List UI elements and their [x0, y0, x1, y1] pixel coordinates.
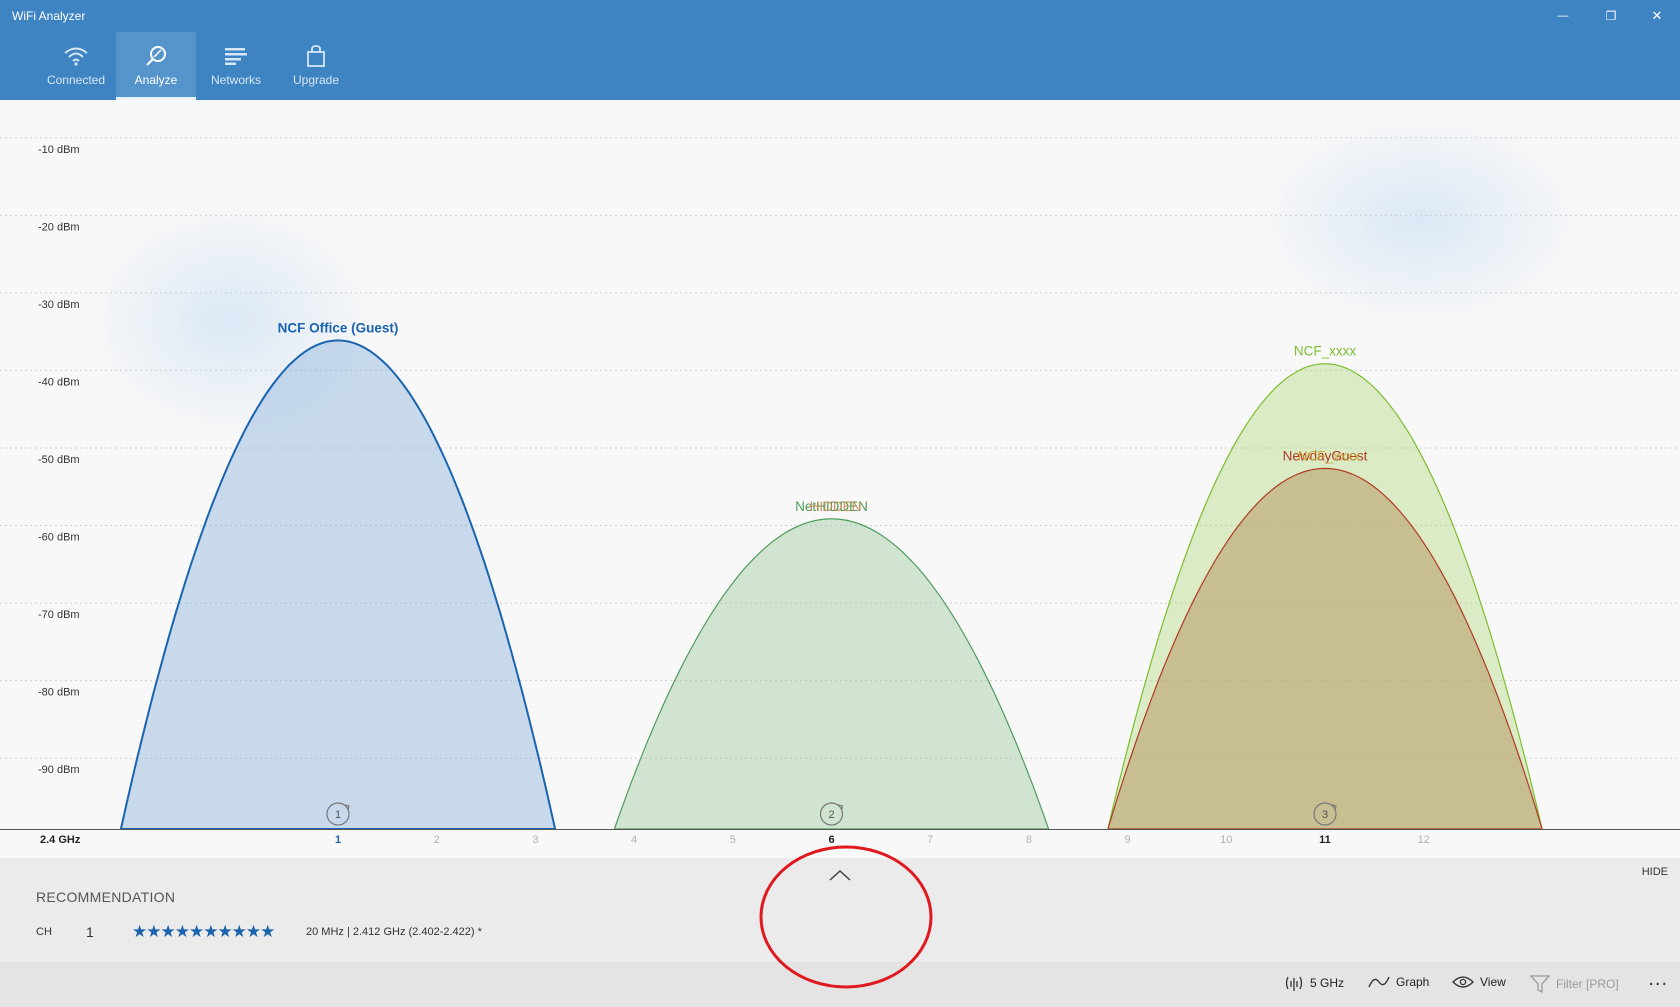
y-axis-label: -40 dBm — [38, 376, 80, 388]
channel-tick-label: 11 — [1319, 834, 1331, 846]
upgrade-icon — [306, 42, 326, 70]
filter-icon — [1530, 975, 1550, 993]
channel-tick-label: 5 — [730, 834, 736, 846]
background-glow — [1250, 110, 1590, 330]
tab-networks-label: Networks — [210, 73, 261, 87]
y-axis-label: -10 dBm — [38, 144, 80, 156]
channel-tick-label: 8 — [1026, 834, 1032, 846]
tab-analyze-label: Analyze — [134, 73, 178, 87]
network-label: NCF_xxxx — [1294, 344, 1357, 359]
y-axis-label: -80 dBm — [38, 687, 80, 699]
nav-bar: Connected Analyze Networks Upgrade — [36, 32, 356, 100]
tab-analyze[interactable]: Analyze — [116, 32, 196, 100]
y-axis-label: -90 dBm — [38, 764, 80, 776]
y-axis-label: -60 dBm — [38, 532, 80, 544]
band-5ghz-button[interactable]: 5 GHz — [1284, 975, 1344, 991]
rating-stars: ★★★★★★★★★★ — [132, 922, 275, 941]
wifi-icon — [63, 42, 89, 70]
recommendation-title: RECOMMENDATION — [36, 889, 176, 905]
close-icon: ✕ — [1651, 8, 1663, 23]
network-label-overlap: NCF_xxxx — [1298, 448, 1361, 463]
network-label: NCF Office (Guest) — [278, 320, 399, 335]
channel-tick-label: 12 — [1418, 834, 1430, 846]
network-label-overlap: HIDDEN — [810, 499, 862, 514]
more-options-button[interactable]: ... — [1648, 968, 1668, 991]
channel-count-label: 3 — [1322, 809, 1328, 821]
channel-tick-label: 10 — [1220, 834, 1232, 846]
eye-icon — [1452, 975, 1474, 989]
y-axis-label: -30 dBm — [38, 299, 80, 311]
restore-button[interactable]: ❐ — [1588, 4, 1634, 28]
restore-icon: ❐ — [1605, 9, 1617, 23]
channel-count-label: 1 — [335, 809, 341, 821]
close-button[interactable]: ✕ — [1634, 4, 1680, 28]
app-title: WiFi Analyzer — [12, 9, 86, 23]
tab-upgrade-label: Upgrade — [292, 73, 340, 87]
channel-tick-label: 1 — [335, 834, 341, 846]
view-label: View — [1480, 975, 1506, 989]
networks-icon — [224, 42, 248, 70]
recommended-channel: 1 — [86, 924, 94, 940]
analyze-icon — [145, 42, 167, 70]
network-curve — [613, 518, 1050, 830]
channel-count-label: 2 — [828, 809, 834, 821]
y-axis-label: -70 dBm — [38, 609, 80, 621]
graph-icon — [1368, 975, 1390, 989]
hide-button[interactable]: HIDE — [1642, 866, 1668, 878]
y-axis-label: -50 dBm — [38, 454, 80, 466]
channel-tick-label: 3 — [532, 834, 538, 846]
graph-label: Graph — [1396, 975, 1430, 989]
channel-tick-label: 4 — [631, 834, 637, 846]
spectrum-chart-area: -10 dBm -20 dBm -30 dBm -40 dBm -50 dBm -60 d… — [0, 100, 1680, 858]
annotation-circle — [759, 845, 933, 989]
channel-tick-label: 2 — [434, 834, 440, 846]
graph-button[interactable]: Graph — [1368, 975, 1429, 989]
filter-button[interactable]: Filter [PRO] — [1530, 975, 1619, 993]
band-5ghz-label: 5 GHz — [1310, 976, 1345, 990]
band-label: 2.4 GHz — [40, 834, 81, 846]
view-button[interactable]: View — [1452, 975, 1506, 989]
tab-connected[interactable]: Connected — [36, 32, 116, 100]
y-axis-label: -20 dBm — [38, 221, 80, 233]
filter-label: Filter [PRO] — [1556, 977, 1619, 991]
minimize-button[interactable]: — — [1540, 4, 1586, 28]
title-bar: WiFi Analyzer — ❐ ✕ Connected Analyze Ne… — [0, 0, 1680, 100]
antenna-icon — [1284, 975, 1304, 991]
tab-connected-label: Connected — [46, 73, 106, 87]
channel-tick-label: 9 — [1125, 834, 1131, 846]
frequency-info: 20 MHz | 2.412 GHz (2.402-2.422) * — [306, 926, 482, 938]
minimize-icon: — — [1557, 10, 1569, 22]
channel-label: CH — [36, 926, 52, 938]
spectrum-chart: -10 dBm -20 dBm -30 dBm -40 dBm -50 dBm -60 d… — [0, 110, 1680, 846]
network-curve — [1107, 467, 1543, 830]
tab-upgrade[interactable]: Upgrade — [276, 32, 356, 100]
tab-networks[interactable]: Networks — [196, 32, 276, 100]
